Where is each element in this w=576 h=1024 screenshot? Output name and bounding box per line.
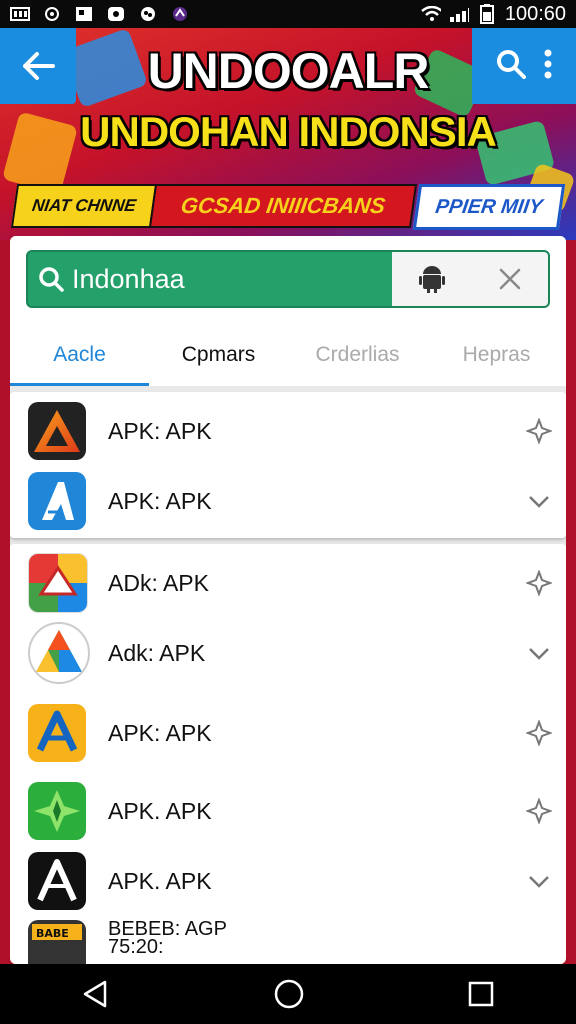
search-icon xyxy=(497,49,526,79)
svg-text:BABE: BABE xyxy=(36,927,69,940)
status-time: 100:60 xyxy=(504,2,566,25)
list-item[interactable]: BABE BEBEB: AGP 75:20: xyxy=(10,916,566,964)
list-item[interactable]: APK. APK xyxy=(10,776,566,846)
list-item[interactable]: APK. APK xyxy=(10,846,566,916)
app-name: ADk: APK xyxy=(108,569,209,596)
search-icon xyxy=(39,267,64,292)
a-logo-app-icon xyxy=(28,472,86,530)
pin-icon[interactable] xyxy=(526,798,552,824)
banner-subtitle: UNDOHAN INDONSIA xyxy=(80,108,497,155)
chevron-down-icon[interactable] xyxy=(526,868,552,894)
list-item[interactable]: APK: APK xyxy=(10,698,566,768)
status-right: 100:60 xyxy=(421,3,566,26)
app-name: APK: APK xyxy=(108,417,212,444)
more-vert-icon xyxy=(544,49,552,78)
gallery-icon xyxy=(10,6,30,22)
app-name: APK: APK xyxy=(108,487,212,514)
more-button[interactable] xyxy=(544,49,552,84)
search-section: Indonhaa Aacle Cpmars Crderlias Hepras xyxy=(10,236,566,386)
chevron-down-icon[interactable] xyxy=(526,488,552,514)
main-panel: Indonhaa Aacle Cpmars Crderlias Hepras A… xyxy=(10,236,566,964)
black-a-app-icon xyxy=(28,852,86,910)
list-item[interactable]: ADk: APK xyxy=(10,548,566,618)
chat-icon xyxy=(106,6,126,22)
triangle-app-icon xyxy=(28,402,86,460)
android-icon[interactable] xyxy=(419,265,445,293)
pin-icon[interactable] xyxy=(526,418,552,444)
pin-icon[interactable] xyxy=(526,570,552,596)
photo-icon xyxy=(138,6,158,22)
list-item[interactable]: APK: APK xyxy=(10,466,566,536)
app-name: Adk: APK xyxy=(108,639,206,666)
tab-hepras[interactable]: Hepras xyxy=(427,324,566,386)
app-list-card: APK: APK APK: APK xyxy=(10,392,566,538)
app-name: APK: APK xyxy=(108,719,212,746)
toolbar-actions xyxy=(472,28,576,104)
list-item[interactable]: Adk: APK xyxy=(10,618,566,688)
banner-pill: NIAT CHNNE xyxy=(10,184,158,228)
news-icon xyxy=(74,6,94,22)
tab-aacle[interactable]: Aacle xyxy=(10,324,149,386)
recents-nav-icon[interactable] xyxy=(467,980,495,1008)
wifi-icon xyxy=(421,6,441,22)
battery-icon xyxy=(477,4,497,24)
status-left-icons xyxy=(10,6,190,22)
arrow-left-icon xyxy=(23,52,55,80)
game-app-icon: BABE xyxy=(28,920,86,964)
chevron-down-icon[interactable] xyxy=(526,640,552,666)
yellow-a-app-icon xyxy=(28,704,86,762)
tab-bar: Aacle Cpmars Crderlias Hepras xyxy=(10,324,566,386)
tab-cpmars[interactable]: Cpmars xyxy=(149,324,288,386)
app-name-line2: 75:20: xyxy=(108,936,164,958)
prism-app-icon xyxy=(28,622,90,684)
list-item[interactable]: APK: APK xyxy=(10,396,566,466)
search-button[interactable] xyxy=(496,49,526,84)
system-nav-bar xyxy=(0,964,576,1024)
back-nav-icon[interactable] xyxy=(81,979,111,1009)
signal-icon xyxy=(449,6,469,22)
search-input[interactable]: Indonhaa xyxy=(72,264,392,295)
search-actions xyxy=(392,252,548,306)
app-list-card: ADk: APK Adk: APK APK: APK APK. APK APK.… xyxy=(10,544,566,964)
multicolor-app-icon xyxy=(28,553,88,613)
app-icon xyxy=(170,6,190,22)
tab-crderlias[interactable]: Crderlias xyxy=(288,324,427,386)
status-bar: 100:60 xyxy=(0,0,576,28)
app-name: BEBEB: AGP 75:20: xyxy=(108,919,227,958)
app-name: APK. APK xyxy=(108,797,212,824)
banner-pill: GCSAD INIIICBANS xyxy=(148,184,418,228)
banner-pill: PPIER MIIY xyxy=(412,184,566,230)
home-nav-icon[interactable] xyxy=(273,978,305,1010)
close-icon[interactable] xyxy=(499,268,521,290)
green-star-app-icon xyxy=(28,782,86,840)
promo-banner: UNDOOALR UNDOHAN INDONSIA NIAT CHNNE GCS… xyxy=(0,28,576,240)
pin-icon[interactable] xyxy=(526,720,552,746)
notification-icon xyxy=(42,6,62,22)
app-name: APK. APK xyxy=(108,867,212,894)
search-bar[interactable]: Indonhaa xyxy=(26,250,550,308)
back-button[interactable] xyxy=(0,28,76,104)
